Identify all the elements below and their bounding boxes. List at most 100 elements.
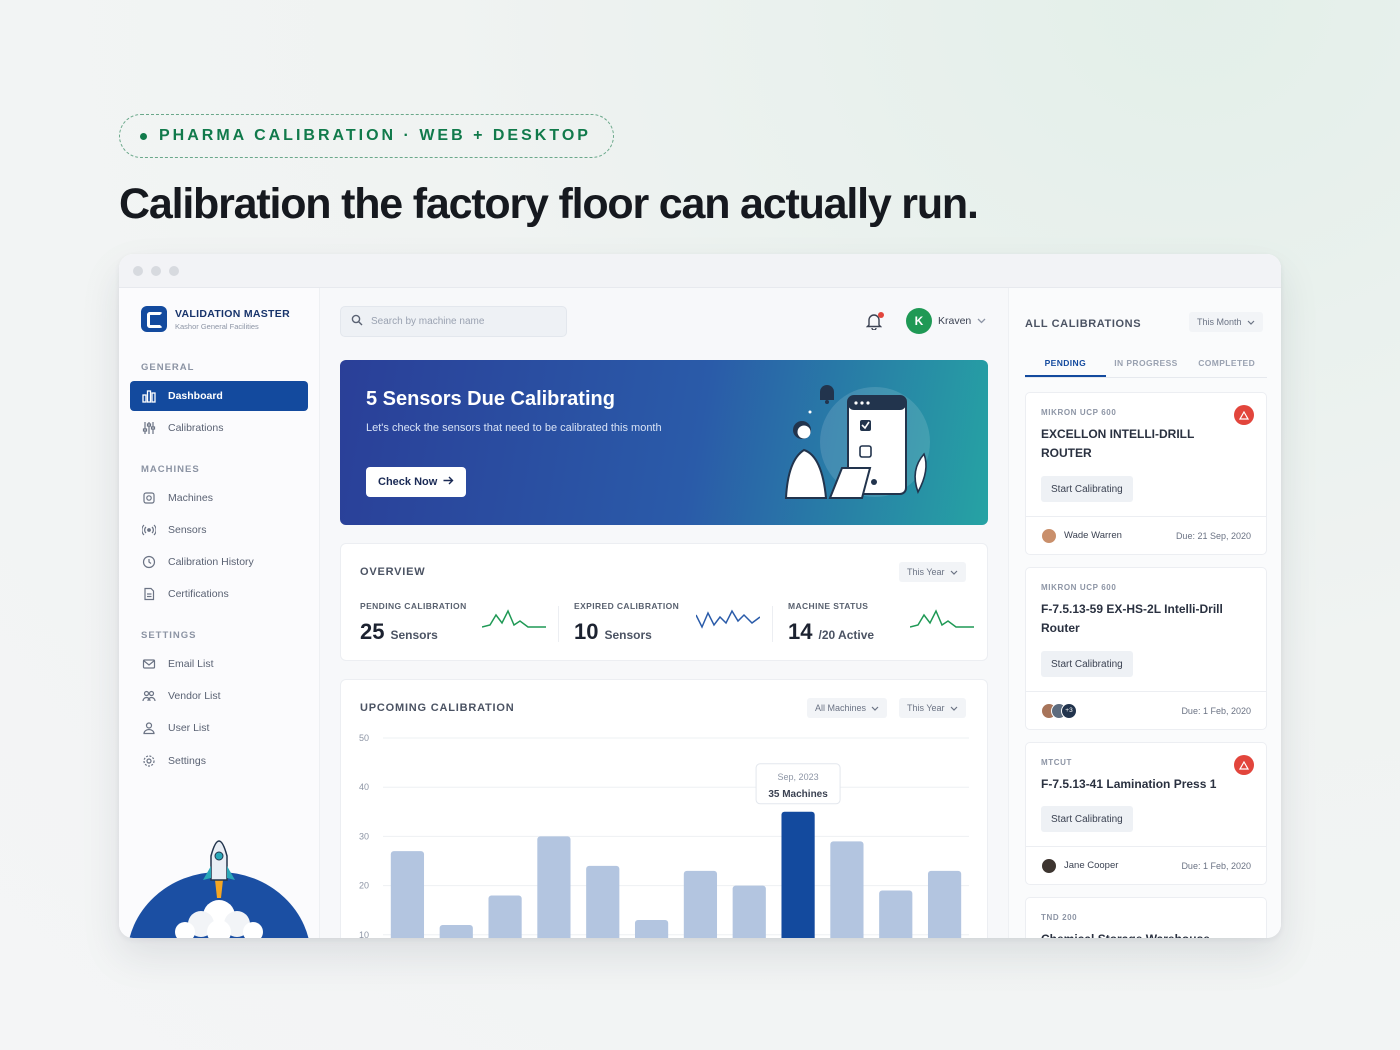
overview-card: OVERVIEW This Year PENDING CALIBRATION 2…	[340, 543, 988, 661]
tab-pending[interactable]: PENDING	[1025, 352, 1106, 377]
sidebar-item-settings[interactable]: Settings	[130, 746, 308, 776]
machine-name: F-7.5.13-59 EX-HS-2L Intelli-Drill Route…	[1041, 602, 1223, 635]
rocket-illustration-icon	[129, 840, 309, 938]
panel-period-select[interactable]: This Month	[1189, 312, 1263, 332]
nav-section-general: GENERAL	[141, 362, 195, 373]
upcoming-calibration-chart: 10 20 30 40 50 Sep, 2023 35 Machines	[359, 733, 969, 938]
brand-logo-icon	[141, 306, 167, 332]
calibration-card[interactable]: MTCUT F-7.5.13-41 Lamination Press 1 Sta…	[1025, 742, 1267, 885]
calibrations-panel: ALL CALIBRATIONS This Month PENDING IN P…	[1008, 288, 1281, 938]
alert-icon	[1234, 755, 1254, 775]
y-tick-label: 40	[359, 782, 369, 792]
chevron-down-icon	[977, 315, 986, 327]
sidebar-item-label: Vendor List	[168, 690, 221, 702]
sidebar-item-label: Settings	[168, 755, 206, 767]
window-titlebar	[119, 254, 1281, 288]
sidebar: VALIDATION MASTER Kashor General Facilit…	[119, 288, 320, 938]
window-minimize-dot[interactable]	[151, 265, 161, 276]
calibration-card[interactable]: MIKRON UCP 600 EXCELLON INTELLI-DRILL RO…	[1025, 392, 1267, 555]
brand[interactable]: VALIDATION MASTER Kashor General Facilit…	[141, 306, 290, 332]
bar	[634, 920, 669, 938]
notification-bell-icon[interactable]	[865, 312, 884, 332]
due-date: Due: 1 Feb, 2020	[1181, 860, 1251, 871]
machine-name: F-7.5.13-41 Lamination Press 1	[1041, 777, 1217, 791]
chevron-down-icon	[950, 567, 958, 577]
period-label: This Month	[1197, 317, 1242, 327]
machine-name: Chemical Storage Warehouse	[1041, 930, 1231, 938]
y-tick-label: 20	[359, 881, 369, 891]
upcoming-period-select[interactable]: This Year	[899, 698, 966, 718]
stat-unit: Sensors	[604, 628, 652, 642]
window-maximize-dot[interactable]	[169, 265, 179, 276]
check-now-button[interactable]: Check Now	[366, 467, 467, 497]
sliders-icon	[142, 421, 156, 435]
search-input[interactable]	[371, 316, 551, 327]
assignee-name: Wade Warren	[1064, 530, 1122, 541]
card-footer: Wade Warren Due: 21 Sep, 2020	[1026, 516, 1266, 554]
bar	[683, 870, 718, 938]
assignee-avatar	[1041, 527, 1057, 544]
bar	[439, 924, 473, 938]
start-calibrating-button[interactable]: Start Calibrating	[1041, 651, 1133, 677]
sidebar-item-sensors[interactable]: Sensors	[130, 515, 308, 545]
banner-description: Let's check the sensors that need to be …	[366, 422, 662, 434]
mail-icon	[142, 657, 156, 671]
alert-icon	[1234, 405, 1254, 425]
chevron-down-icon	[1247, 317, 1255, 327]
tab-in-progress[interactable]: IN PROGRESS	[1106, 352, 1187, 377]
y-tick-label: 30	[359, 831, 369, 841]
y-tick-label: 10	[359, 930, 369, 938]
more-assignees-badge: +3	[1061, 702, 1077, 719]
sidebar-item-label: Machines	[168, 492, 213, 504]
machine-name: EXCELLON INTELLI-DRILL ROUTER	[1041, 427, 1195, 460]
sidebar-item-user-list[interactable]: User List	[130, 713, 308, 743]
sidebar-item-label: Calibrations	[168, 422, 224, 434]
tagline-dot-icon	[140, 132, 147, 140]
stat-value: 25	[360, 619, 385, 644]
y-tick-label: 50	[359, 733, 369, 743]
sidebar-item-calibration-history[interactable]: Calibration History	[130, 547, 308, 577]
stat-machine-status: MACHINE STATUS 14/20 Active	[788, 601, 988, 651]
bar-highlighted	[781, 811, 815, 938]
calibration-card[interactable]: MIKRON UCP 600 F-7.5.13-59 EX-HS-2L Inte…	[1025, 567, 1267, 730]
signal-icon	[142, 523, 156, 537]
sidebar-item-vendor-list[interactable]: Vendor List	[130, 681, 308, 711]
calibration-card[interactable]: TND 200 Chemical Storage Warehouse	[1025, 897, 1267, 938]
bar	[537, 836, 571, 938]
status-tabs: PENDING IN PROGRESS COMPLETED	[1025, 352, 1267, 378]
sidebar-item-label: Email List	[168, 658, 214, 670]
window-close-dot[interactable]	[133, 265, 143, 276]
gear-icon	[142, 754, 156, 768]
sidebar-item-calibrations[interactable]: Calibrations	[130, 413, 308, 443]
bar	[390, 851, 425, 938]
bar	[830, 841, 864, 938]
due-date: Due: 1 Feb, 2020	[1181, 705, 1251, 716]
machine-sparkline-icon	[910, 609, 974, 628]
upcoming-calibration-card: UPCOMING CALIBRATION All Machines This Y…	[340, 679, 988, 938]
sidebar-item-certifications[interactable]: Certifications	[130, 579, 308, 609]
check-now-label: Check Now	[378, 476, 438, 488]
overview-period-select[interactable]: This Year	[899, 562, 966, 582]
sidebar-item-machines[interactable]: Machines	[130, 483, 308, 513]
cog-icon	[142, 491, 156, 505]
user-name: Kraven	[938, 315, 972, 327]
assignee-avatar	[1041, 857, 1057, 874]
chevron-down-icon	[950, 703, 958, 713]
bar	[586, 865, 620, 938]
stat-expired-calibration: EXPIRED CALIBRATION 10 Sensors	[574, 601, 774, 651]
stat-divider	[772, 606, 773, 642]
user-menu[interactable]: K Kraven	[906, 308, 986, 334]
sidebar-item-dashboard[interactable]: Dashboard	[130, 381, 308, 411]
start-calibrating-button[interactable]: Start Calibrating	[1041, 806, 1133, 832]
machine-model: MTCUT	[1041, 758, 1072, 767]
start-calibrating-button[interactable]: Start Calibrating	[1041, 476, 1133, 502]
headline: Calibration the factory floor can actual…	[119, 180, 979, 228]
tab-completed[interactable]: COMPLETED	[1186, 352, 1267, 377]
search-icon	[351, 313, 363, 331]
search-box[interactable]	[340, 306, 567, 337]
bar	[732, 885, 766, 938]
machines-filter-select[interactable]: All Machines	[807, 698, 888, 718]
avatar: K	[906, 308, 932, 334]
stat-unit: Sensors	[390, 628, 438, 642]
sidebar-item-email-list[interactable]: Email List	[130, 649, 308, 679]
